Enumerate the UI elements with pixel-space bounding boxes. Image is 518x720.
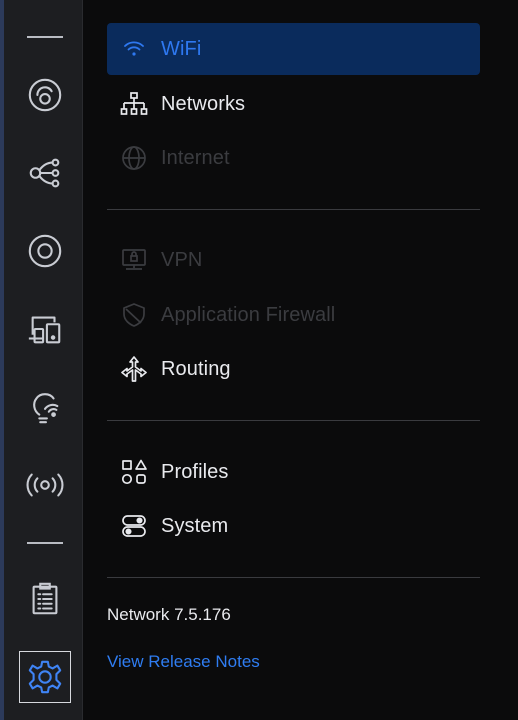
menu-item-routing[interactable]: Routing	[107, 343, 480, 395]
menu-item-vpn: VPN	[107, 234, 480, 286]
menu-separator-2	[107, 420, 480, 421]
menu-item-profiles[interactable]: Profiles	[107, 446, 480, 498]
gear-icon	[28, 660, 62, 694]
shapes-icon	[119, 457, 149, 487]
menu-item-wifi[interactable]: WiFi	[107, 23, 480, 75]
wifi-icon	[119, 34, 149, 64]
nav-radio[interactable]	[19, 459, 71, 511]
rail-edge	[0, 0, 4, 720]
menu-item-label: Application Firewall	[161, 303, 336, 326]
menu-item-networks[interactable]: Networks	[107, 78, 480, 130]
nav-settings[interactable]	[19, 651, 71, 703]
client-devices-icon	[28, 316, 61, 344]
version-text: Network 7.5.176	[107, 605, 231, 624]
routing-arrows-icon	[119, 354, 149, 384]
menu-separator-1	[107, 209, 480, 210]
release-notes-link[interactable]: View Release Notes	[107, 652, 260, 672]
nav-insights[interactable]	[19, 381, 71, 433]
menu-item-label: Routing	[161, 357, 231, 380]
nav-topology[interactable]	[19, 147, 71, 199]
shield-icon	[119, 300, 149, 330]
settings-menu: WiFi Networks Internet VPN Application F…	[84, 0, 518, 720]
speedometer-icon	[28, 78, 62, 112]
menu-item-label: Profiles	[161, 460, 229, 483]
menu-item-label: WiFi	[161, 37, 202, 60]
radio-waves-icon	[26, 473, 64, 497]
clipboard-list-icon	[32, 582, 58, 615]
menu-item-system[interactable]: System	[107, 500, 480, 552]
menu-item-label: Networks	[161, 92, 246, 115]
nav-client-devices[interactable]	[19, 303, 71, 355]
menu-item-label: VPN	[161, 248, 203, 271]
menu-item-application-firewall: Application Firewall	[107, 289, 480, 341]
menu-item-internet: Internet	[107, 132, 480, 184]
unifi-device-icon	[28, 234, 62, 268]
nav-devices[interactable]	[19, 225, 71, 277]
rail-divider-bottom	[27, 542, 63, 544]
menu-separator-3	[107, 577, 480, 578]
globe-icon	[119, 143, 149, 173]
menu-item-label: Internet	[161, 146, 230, 169]
settings-app: WiFi Networks Internet VPN Application F…	[0, 0, 518, 720]
toggles-icon	[119, 511, 149, 541]
nav-logs[interactable]	[19, 573, 71, 625]
menu-item-label: System	[161, 514, 229, 537]
lightbulb-wifi-icon	[33, 393, 59, 424]
network-tree-icon	[119, 89, 149, 119]
rail-divider-top	[27, 36, 63, 38]
left-rail	[0, 0, 83, 720]
vpn-lock-icon	[119, 245, 149, 275]
nav-dashboard[interactable]	[19, 69, 71, 121]
topology-icon	[29, 158, 60, 188]
